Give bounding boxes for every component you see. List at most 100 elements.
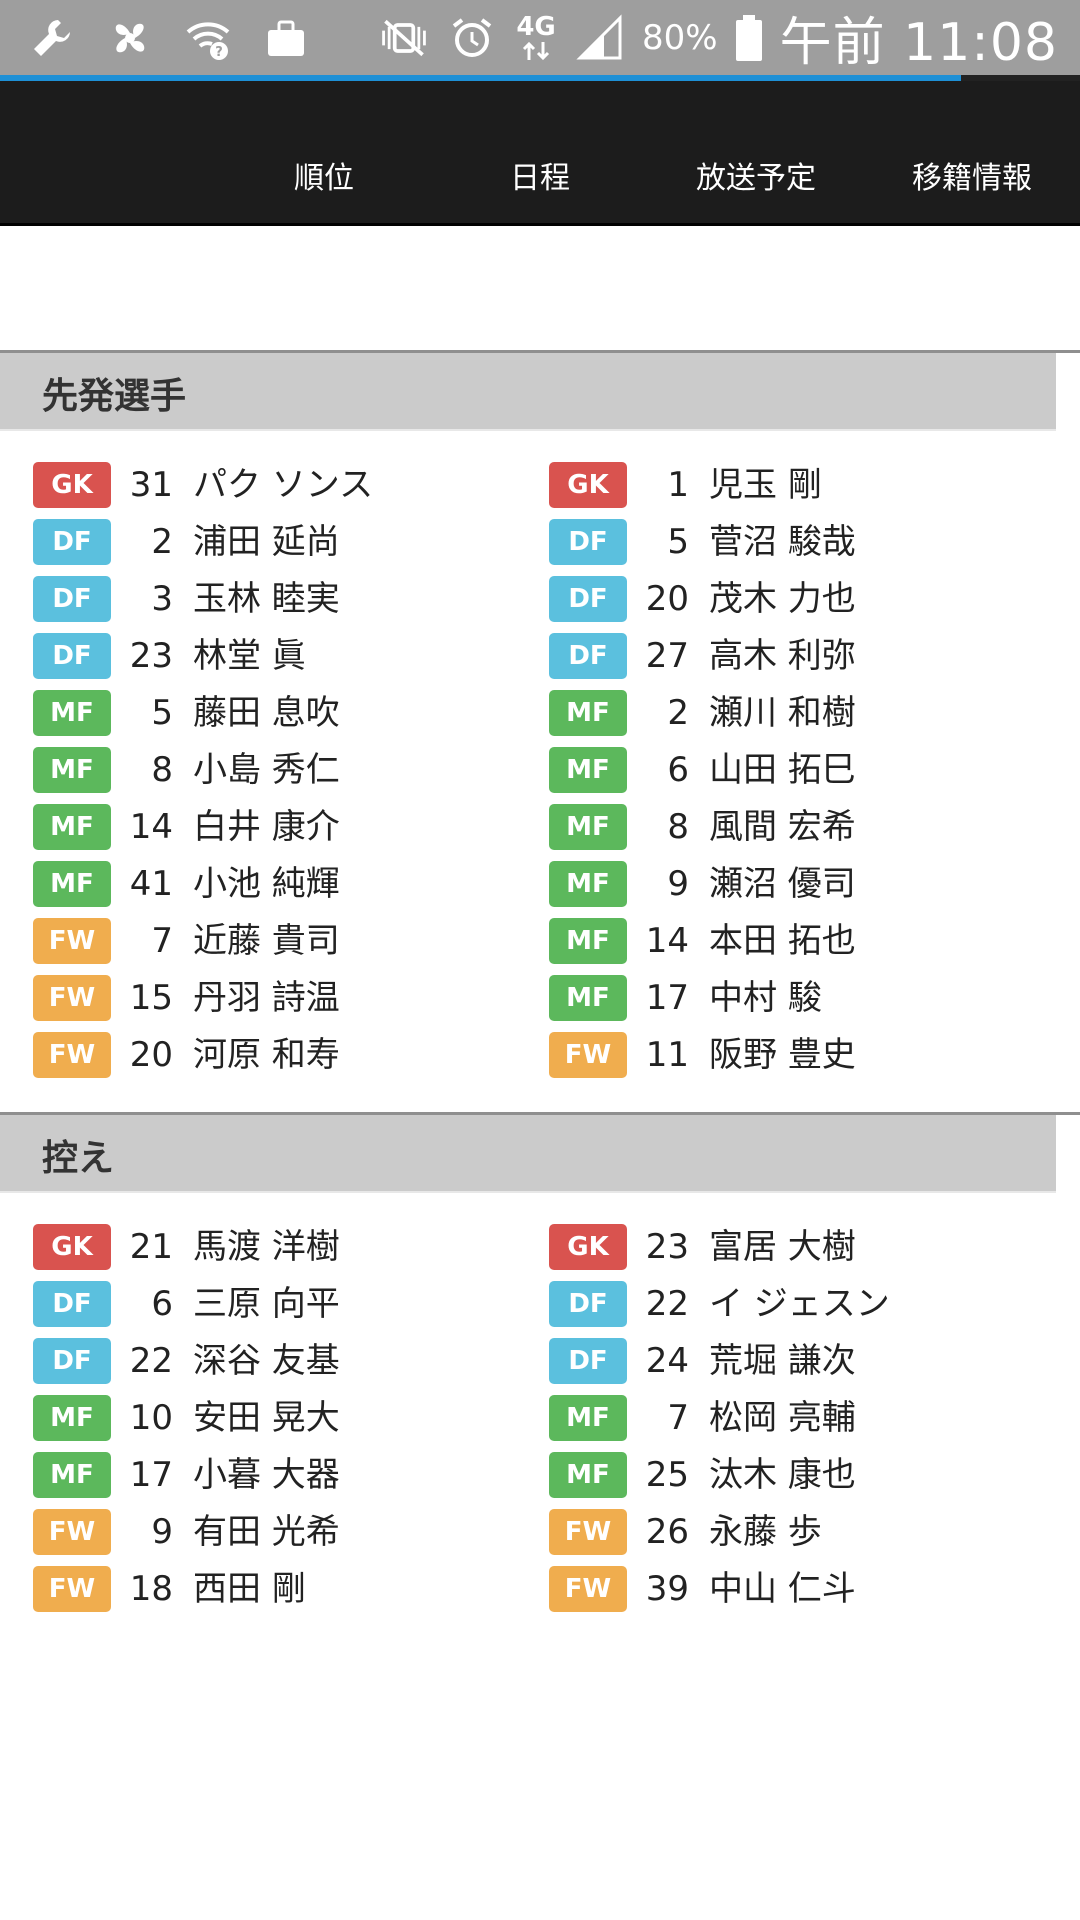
player-row[interactable]: GK 1 児玉 剛 — [549, 458, 1069, 515]
player-row[interactable]: FW 20 河原 和寿 — [33, 1028, 553, 1085]
player-row[interactable]: MF 17 中村 駿 — [549, 971, 1069, 1028]
player-row[interactable]: MF 25 汰木 康也 — [549, 1448, 1069, 1505]
home-substitutes: GK 21 馬渡 洋樹 DF 6 三原 向平 DF 22 深谷 友基 MF 10 安田 晃大 MF 17 小… — [33, 1220, 553, 1619]
position-badge: DF — [33, 576, 111, 622]
player-row[interactable]: DF 22 イ ジェスン — [549, 1277, 1069, 1334]
player-row[interactable]: DF 27 高木 利弥 — [549, 629, 1069, 686]
player-row[interactable]: MF 6 山田 拓巳 — [549, 743, 1069, 800]
nav-transfers[interactable]: 移籍情報 — [912, 153, 1032, 197]
away-lineup: GK 1 児玉 剛 DF 5 菅沼 駿哉 DF 20 茂木 力也 DF 27 高木 利弥 MF 2 瀬川 和… — [549, 458, 1069, 1085]
player-number: 7 — [151, 921, 173, 961]
position-badge: MF — [549, 861, 627, 907]
player-row[interactable]: MF 14 白井 康介 — [33, 800, 553, 857]
top-nav-bar: 順位 日程 放送予定 移籍情報 — [0, 81, 1080, 226]
player-row[interactable]: MF 10 安田 晃大 — [33, 1391, 553, 1448]
player-row[interactable]: FW 11 阪野 豊史 — [549, 1028, 1069, 1085]
status-right: 4G 80% 午前 11:08 — [378, 0, 1058, 75]
status-left-icons: ? — [26, 8, 312, 68]
position-badge: MF — [549, 975, 627, 1021]
player-name: 小池 純輝 — [193, 864, 340, 904]
player-row[interactable]: DF 3 玉林 睦実 — [33, 572, 553, 629]
player-name: 三原 向平 — [193, 1284, 340, 1324]
player-row[interactable]: DF 23 林堂 眞 — [33, 629, 553, 686]
position-badge: MF — [33, 747, 111, 793]
position-badge: MF — [549, 918, 627, 964]
player-name: 玉林 睦実 — [193, 579, 340, 619]
position-badge: DF — [549, 576, 627, 622]
player-number: 14 — [645, 921, 689, 961]
player-row[interactable]: MF 17 小暮 大器 — [33, 1448, 553, 1505]
player-row[interactable]: FW 15 丹羽 詩温 — [33, 971, 553, 1028]
player-row[interactable]: GK 21 馬渡 洋樹 — [33, 1220, 553, 1277]
position-badge: MF — [549, 1452, 627, 1498]
player-name: 丹羽 詩温 — [193, 978, 340, 1018]
player-row[interactable]: FW 26 永藤 歩 — [549, 1505, 1069, 1562]
player-number: 23 — [129, 636, 173, 676]
position-badge: DF — [549, 1281, 627, 1327]
player-row[interactable]: GK 23 富居 大樹 — [549, 1220, 1069, 1277]
player-number: 22 — [645, 1284, 689, 1324]
player-name: 河原 和寿 — [193, 1035, 340, 1075]
player-number: 6 — [667, 750, 689, 790]
player-row[interactable]: DF 2 浦田 延尚 — [33, 515, 553, 572]
player-row[interactable]: MF 8 風間 宏希 — [549, 800, 1069, 857]
position-badge: FW — [33, 1509, 111, 1555]
position-badge: DF — [33, 1338, 111, 1384]
player-row[interactable]: MF 41 小池 純輝 — [33, 857, 553, 914]
substitutes-section: 控え GK 21 馬渡 洋樹 DF 6 三原 向平 DF 22 深谷 友基 MF 10 安田 晃大 MF… — [0, 1112, 1080, 1612]
player-row[interactable]: MF 14 本田 拓也 — [549, 914, 1069, 971]
player-number: 21 — [129, 1227, 173, 1267]
away-substitutes: GK 23 富居 大樹 DF 22 イ ジェスン DF 24 荒堀 謙次 MF 7 松岡 亮輔 MF 25… — [549, 1220, 1069, 1619]
player-number: 8 — [151, 750, 173, 790]
battery-icon — [734, 12, 764, 64]
position-badge: FW — [33, 1032, 111, 1078]
position-badge: GK — [549, 462, 627, 508]
player-number: 17 — [129, 1455, 173, 1495]
player-row[interactable]: MF 5 藤田 息吹 — [33, 686, 553, 743]
player-name: 永藤 歩 — [709, 1512, 822, 1552]
player-number: 22 — [129, 1341, 173, 1381]
player-number: 31 — [129, 465, 173, 505]
player-name: 安田 晃大 — [193, 1398, 340, 1438]
bluetooth-icon — [104, 12, 156, 64]
player-row[interactable]: MF 8 小島 秀仁 — [33, 743, 553, 800]
player-number: 24 — [645, 1341, 689, 1381]
alarm-icon — [446, 12, 498, 64]
player-row[interactable]: DF 20 茂木 力也 — [549, 572, 1069, 629]
player-name: パク ソンス — [193, 465, 374, 505]
player-row[interactable]: FW 18 西田 剛 — [33, 1562, 553, 1619]
player-name: 風間 宏希 — [709, 807, 856, 847]
player-row[interactable]: FW 9 有田 光希 — [33, 1505, 553, 1562]
player-row[interactable]: DF 24 荒堀 謙次 — [549, 1334, 1069, 1391]
player-number: 20 — [129, 1035, 173, 1075]
player-name: 阪野 豊史 — [709, 1035, 856, 1075]
player-name: 中村 駿 — [709, 978, 822, 1018]
player-number: 17 — [645, 978, 689, 1018]
player-number: 15 — [129, 978, 173, 1018]
player-row[interactable]: FW 7 近藤 貴司 — [33, 914, 553, 971]
player-number: 25 — [645, 1455, 689, 1495]
player-row[interactable]: DF 22 深谷 友基 — [33, 1334, 553, 1391]
wifi-question-icon: ? — [182, 12, 234, 64]
briefcase-icon — [260, 12, 312, 64]
nav-schedule[interactable]: 日程 — [510, 153, 570, 197]
nav-standings[interactable]: 順位 — [294, 153, 354, 197]
player-number: 20 — [645, 579, 689, 619]
player-name: 深谷 友基 — [193, 1341, 340, 1381]
position-badge: DF — [549, 633, 627, 679]
mute-vibrate-icon — [378, 12, 430, 64]
player-row[interactable]: DF 5 菅沼 駿哉 — [549, 515, 1069, 572]
player-row[interactable]: MF 9 瀬沼 優司 — [549, 857, 1069, 914]
player-row[interactable]: MF 2 瀬川 和樹 — [549, 686, 1069, 743]
player-row[interactable]: GK 31 パク ソンス — [33, 458, 553, 515]
signal-icon — [574, 12, 626, 64]
nav-broadcast[interactable]: 放送予定 — [696, 153, 816, 197]
player-number: 1 — [667, 465, 689, 505]
player-row[interactable]: FW 39 中山 仁斗 — [549, 1562, 1069, 1619]
player-row[interactable]: DF 6 三原 向平 — [33, 1277, 553, 1334]
player-row[interactable]: MF 7 松岡 亮輔 — [549, 1391, 1069, 1448]
player-number: 18 — [129, 1569, 173, 1609]
player-name: 小島 秀仁 — [193, 750, 340, 790]
player-name: 近藤 貴司 — [193, 921, 340, 961]
position-badge: DF — [33, 519, 111, 565]
